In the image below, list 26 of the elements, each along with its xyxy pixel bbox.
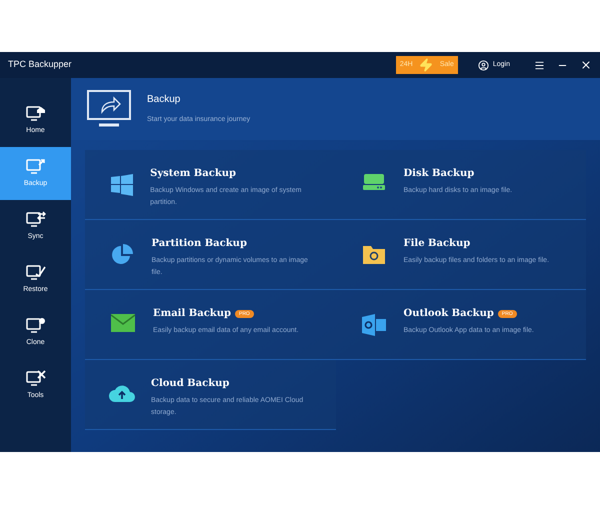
option-title: Outlook Backup [404,307,494,321]
monitor-icon [26,210,46,228]
option-title: Email Backup [153,307,231,321]
option-title: File Backup [404,237,470,251]
cloud-upload-icon [109,384,135,402]
window-title: TPC Backupper [8,58,73,72]
windows-icon [110,174,133,196]
envelope-icon [111,314,135,332]
menu-icon[interactable] [534,60,545,70]
monitor-icon [26,263,46,282]
option-title: Partition Backup [151,237,247,251]
monitor-icon [26,316,46,334]
monitor-share-icon [87,90,131,128]
option-title: Cloud Backup [151,377,230,391]
close-icon[interactable] [580,59,592,71]
option-title: Disk Backup [404,167,474,181]
folder-icon [362,244,384,264]
header-title: Backup [147,93,182,108]
hard-disk-icon [362,174,384,190]
lightning-icon [419,58,434,72]
user-icon [478,60,489,70]
pie-chart-icon [111,244,134,266]
monitor-icon [26,157,46,176]
monitor-icon [26,104,46,122]
outlook-icon [362,314,386,336]
option-title: System Backup [150,167,236,181]
